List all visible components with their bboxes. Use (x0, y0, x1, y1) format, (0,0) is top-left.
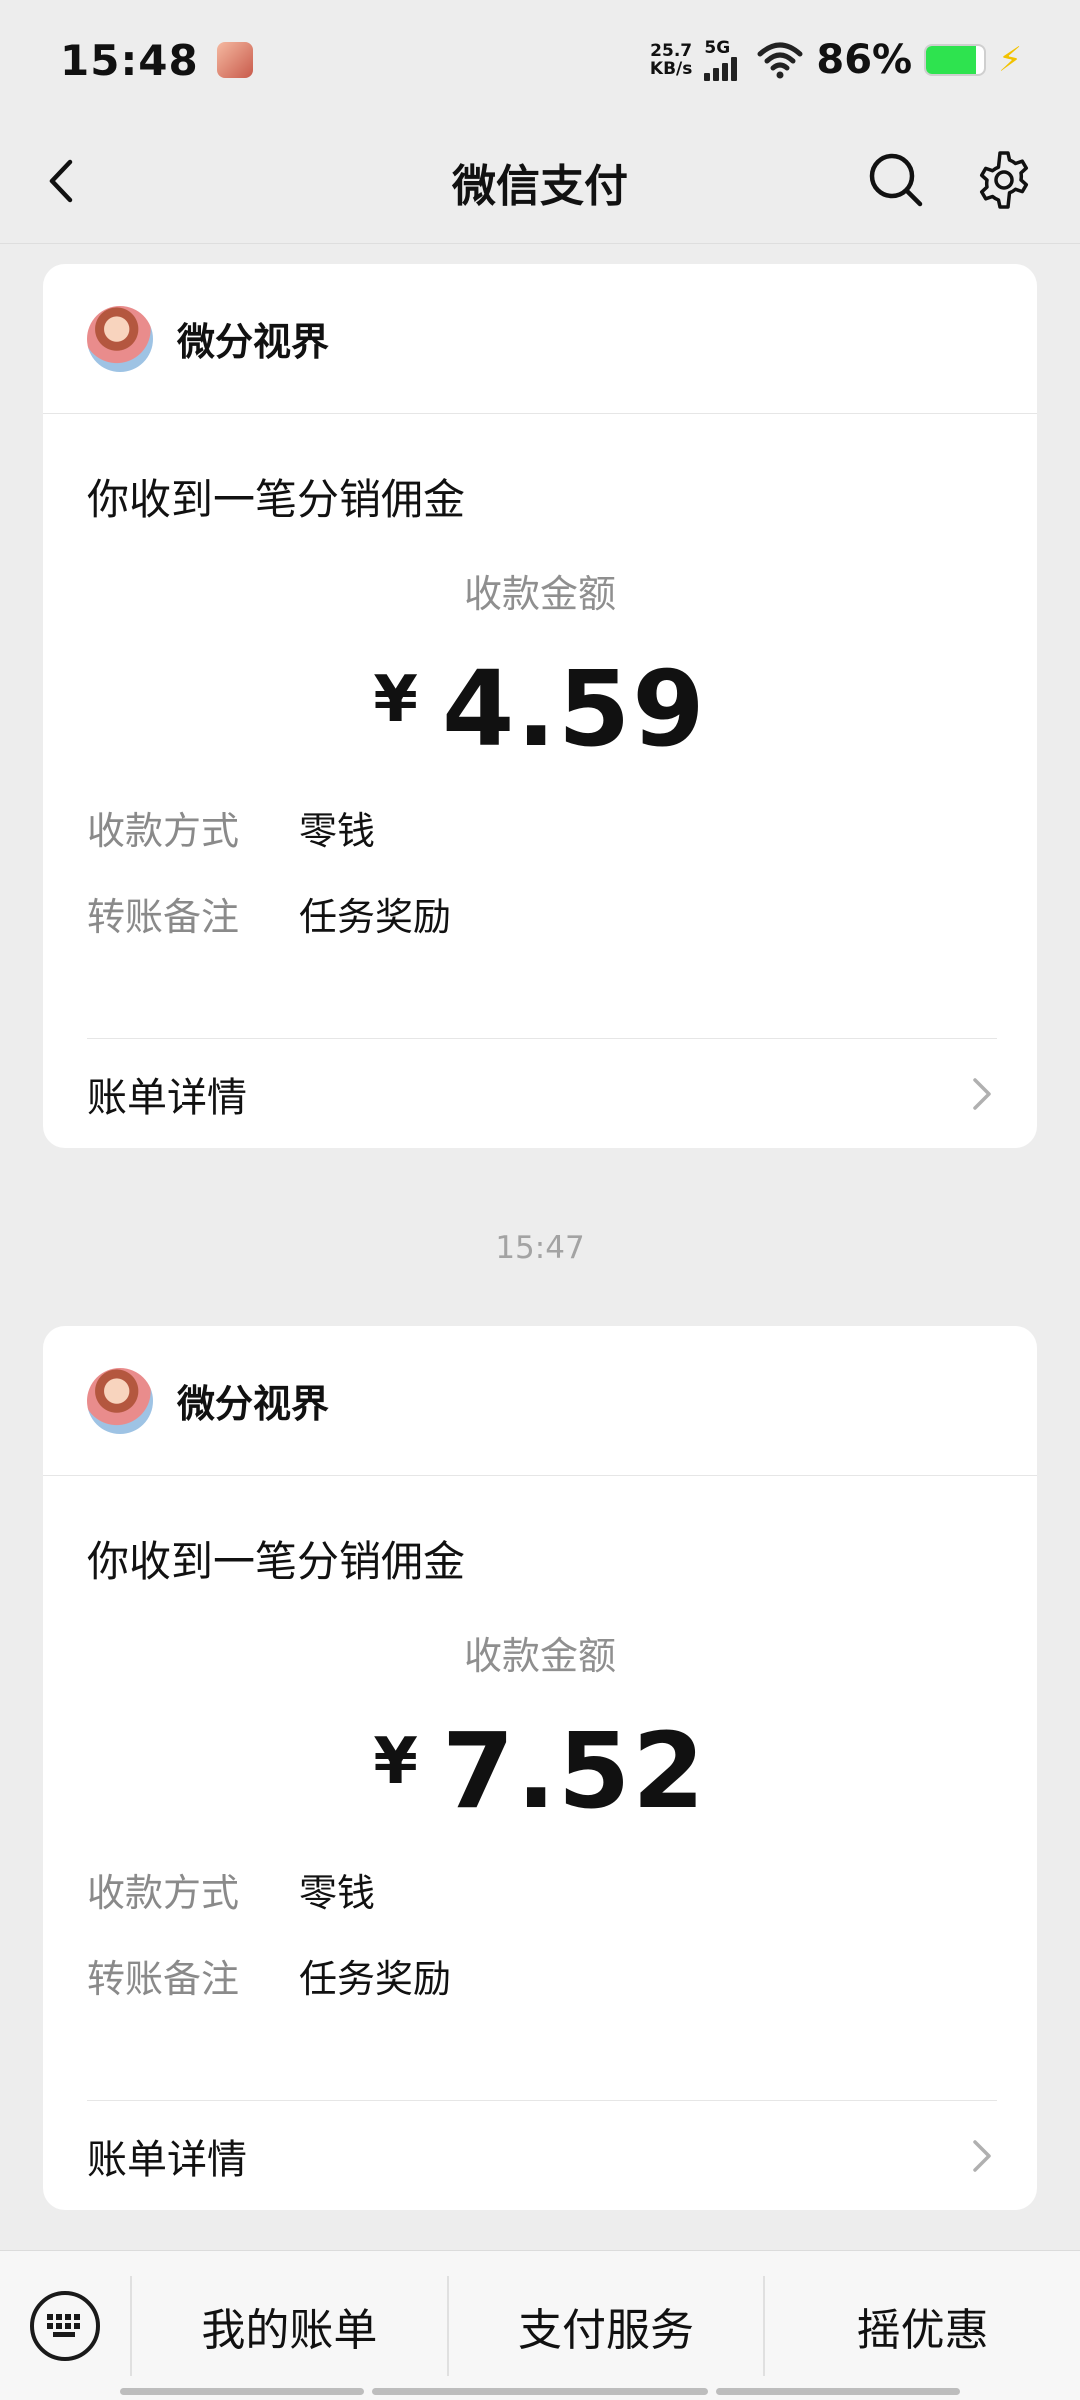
bill-details-link[interactable]: 账单详情 (87, 1038, 997, 1148)
info-value: 任务奖励 (299, 1956, 452, 2001)
chevron-right-icon (973, 1077, 991, 1110)
network-speed: 25.7 KB/s (650, 42, 692, 78)
amount-row: ¥ 4.59 (43, 634, 1037, 784)
battery-percent: 86% (816, 37, 913, 83)
amount-value: 7.52 (441, 1710, 707, 1832)
amount-value: 4.59 (441, 648, 707, 770)
amount-row: ¥ 7.52 (43, 1696, 1037, 1846)
merchant-name: 微分视界 (177, 1382, 330, 1426)
merchant-avatar (87, 305, 153, 372)
info-label: 收款方式 (87, 808, 240, 853)
info-value: 零钱 (299, 1870, 376, 1915)
network-speed-value: 25.7 (650, 41, 693, 61)
info-value: 任务奖励 (299, 894, 452, 939)
currency-symbol: ¥ (373, 1725, 418, 1799)
network-type: 5G (704, 38, 731, 58)
card-header: 微分视界 (43, 264, 1037, 414)
info-label: 转账备注 (87, 1956, 240, 2001)
app-notification-icon (216, 42, 253, 78)
keyboard-icon (30, 2290, 100, 2361)
page-title: 微信支付 (452, 160, 628, 212)
battery-icon (924, 44, 987, 76)
wifi-icon (757, 42, 803, 79)
amount-label: 收款金额 (463, 572, 616, 616)
menu-payment-services[interactable]: 支付服务 (446, 2275, 764, 2376)
bill-details-label: 账单详情 (87, 2136, 247, 2183)
amount-label: 收款金额 (463, 1634, 616, 1678)
merchant-avatar (87, 1367, 153, 1434)
search-icon[interactable] (866, 150, 926, 210)
signal-bars-icon (704, 57, 738, 81)
info-row-payment-method: 收款方式 零钱 (43, 1846, 1037, 1932)
status-bar: 15:48 25.7 KB/s 5G 86% ⚡ (0, 0, 1080, 120)
payment-card[interactable]: 微分视界 你收到一笔分销佣金 收款金额 ¥ 7.52 收款方式 零钱 转账备注 … (43, 1326, 1037, 2210)
cellular-signal: 5G (704, 39, 744, 81)
card-title: 你收到一笔分销佣金 (87, 1537, 466, 1586)
menu-my-bills[interactable]: 我的账单 (130, 2275, 447, 2376)
gear-icon[interactable] (972, 148, 1036, 212)
card-title: 你收到一笔分销佣金 (87, 475, 466, 524)
bill-details-label: 账单详情 (87, 1074, 247, 1121)
gesture-indicator (0, 2388, 1080, 2396)
status-time: 15:48 (60, 35, 199, 85)
network-speed-unit: KB/s (649, 59, 693, 79)
keyboard-toggle-button[interactable] (0, 2251, 130, 2400)
info-row-transfer-note: 转账备注 任务奖励 (43, 1932, 1037, 2018)
info-row-payment-method: 收款方式 零钱 (43, 784, 1037, 870)
back-icon[interactable] (38, 156, 88, 206)
battery-level-fill (926, 46, 976, 74)
charging-icon: ⚡ (998, 40, 1022, 80)
payment-card[interactable]: 微分视界 你收到一笔分销佣金 收款金额 ¥ 4.59 收款方式 零钱 转账备注 … (43, 264, 1037, 1148)
bill-details-link[interactable]: 账单详情 (87, 2100, 997, 2210)
menu-shake-offers[interactable]: 摇优惠 (763, 2275, 1080, 2376)
card-header: 微分视界 (43, 1326, 1037, 1476)
bottom-menu-bar: 我的账单 支付服务 摇优惠 (0, 2250, 1080, 2400)
info-label: 收款方式 (87, 1870, 240, 1915)
merchant-name: 微分视界 (177, 320, 330, 364)
chevron-right-icon (973, 2139, 991, 2172)
info-value: 零钱 (299, 808, 376, 853)
currency-symbol: ¥ (373, 663, 418, 737)
nav-bar: 微信支付 (0, 120, 1080, 244)
info-label: 转账备注 (87, 894, 240, 939)
message-timestamp: 15:47 (495, 1230, 585, 1266)
info-row-transfer-note: 转账备注 任务奖励 (43, 870, 1037, 956)
